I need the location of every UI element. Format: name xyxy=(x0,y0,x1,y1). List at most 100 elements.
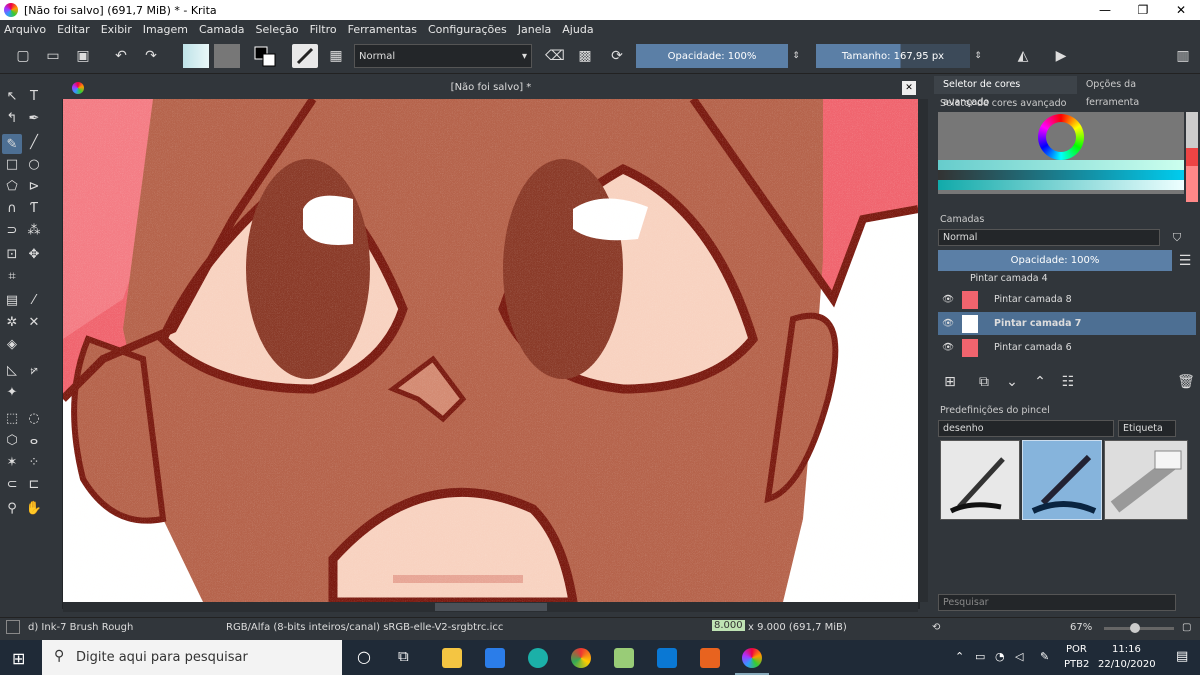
delete-layer-icon[interactable]: 🗑 xyxy=(1176,372,1196,392)
assistant-tool-icon[interactable]: ◺ xyxy=(4,362,20,378)
menu-selecao[interactable]: Seleção xyxy=(256,23,299,36)
opacity-slider[interactable]: Opacidade: 100% xyxy=(636,44,788,68)
rectangle-tool-icon[interactable]: □ xyxy=(4,156,20,172)
tray-pen-icon[interactable]: ✎ xyxy=(1040,650,1049,663)
reference-tool-icon[interactable]: ✦ xyxy=(4,384,20,400)
layer-row[interactable]: 👁 Pintar camada 6 xyxy=(938,336,1196,359)
tray-wifi-icon[interactable]: ◔ xyxy=(995,650,1005,663)
pattern-swatch[interactable] xyxy=(214,44,240,68)
eye-icon[interactable]: 👁 xyxy=(938,342,958,353)
polygon-tool-icon[interactable]: ⬠ xyxy=(4,178,20,194)
clock-time[interactable]: 11:16 xyxy=(1112,644,1141,655)
fill-tool-icon[interactable]: ◈ xyxy=(4,336,20,352)
tray-chevron-icon[interactable]: ⌃ xyxy=(955,650,964,663)
eraser-icon[interactable]: ⌫ xyxy=(544,44,566,68)
hue-ring[interactable] xyxy=(1038,114,1084,160)
layer-row[interactable]: 👁 Pintar camada 8 xyxy=(938,288,1196,311)
drawing-canvas[interactable] xyxy=(63,99,918,602)
move-layer-down-icon[interactable]: ⌄ xyxy=(1002,372,1022,392)
opacity-spin-icon[interactable]: ⇕ xyxy=(790,44,802,68)
menu-janela[interactable]: Janela xyxy=(518,23,552,36)
zoom-tool-icon[interactable]: ⚲ xyxy=(4,500,20,516)
tray-volume-icon[interactable]: ◁ xyxy=(1015,650,1023,663)
eye-icon[interactable]: 👁 xyxy=(938,294,958,305)
minimize-button[interactable]: — xyxy=(1086,0,1124,20)
color-history-strip[interactable] xyxy=(1186,112,1198,202)
bezier-tool-icon[interactable]: ∩ xyxy=(4,200,20,216)
brush-preset-roller[interactable] xyxy=(1104,440,1188,520)
rotation-reset-icon[interactable]: ⟲ xyxy=(932,622,940,633)
taskbar-search-box[interactable]: ⚲ Digite aqui para pesquisar xyxy=(42,640,342,675)
line-tool-icon[interactable]: ╱ xyxy=(26,134,42,150)
menu-camada[interactable]: Camada xyxy=(199,23,245,36)
multibrush-icon[interactable]: ⁂ xyxy=(26,222,42,238)
windows-start-icon[interactable]: ⊞ xyxy=(12,649,25,668)
tray-network-icon[interactable]: ▭ xyxy=(975,650,985,663)
fg-bg-color-icon[interactable] xyxy=(252,44,278,68)
move-tool-icon[interactable]: ✥ xyxy=(26,246,42,262)
toolbar-extension-icon[interactable]: ▥ xyxy=(1170,44,1196,68)
menu-editar[interactable]: Editar xyxy=(57,23,90,36)
layer-row[interactable]: Pintar camada 4 xyxy=(938,272,1196,284)
magnetic-select-icon[interactable]: ⊏ xyxy=(26,476,42,492)
smart-patch-icon[interactable]: ✕ xyxy=(26,314,42,330)
new-document-icon[interactable]: ▢ xyxy=(12,44,34,68)
save-icon[interactable]: ▣ xyxy=(72,44,94,68)
presets-filter-select[interactable]: desenho xyxy=(938,420,1114,437)
menu-configuracoes[interactable]: Configurações xyxy=(428,23,507,36)
vertical-scrollbar[interactable] xyxy=(918,99,928,602)
eye-icon[interactable]: 👁 xyxy=(938,318,958,329)
freehand-select-icon[interactable]: ⴰ xyxy=(26,432,42,448)
presets-search-input[interactable]: Pesquisar xyxy=(938,594,1176,611)
krita-taskbar-icon[interactable] xyxy=(742,648,762,668)
menu-imagem[interactable]: Imagem xyxy=(143,23,188,36)
reload-preset-icon[interactable]: ⟳ xyxy=(606,44,628,68)
file-explorer-icon[interactable] xyxy=(442,648,462,668)
layer-filter-icon[interactable]: ⛉ xyxy=(1162,229,1192,246)
menu-filtro[interactable]: Filtro xyxy=(310,23,337,36)
grid-icon[interactable]: ▦ xyxy=(326,44,346,68)
maximize-button[interactable]: ❐ xyxy=(1124,0,1162,20)
undo-icon[interactable]: ↶ xyxy=(110,44,132,68)
task-view-icon[interactable]: ⧉ xyxy=(398,647,409,665)
fullscreen-icon[interactable]: ▢ xyxy=(1182,622,1191,633)
menu-exibir[interactable]: Exibir xyxy=(101,23,132,36)
open-folder-icon[interactable]: ▭ xyxy=(42,44,64,68)
color-bar-2[interactable] xyxy=(938,170,1184,180)
horizontal-scroll-thumb[interactable] xyxy=(435,603,547,611)
size-spin-icon[interactable]: ⇕ xyxy=(972,44,984,68)
blend-mode-select[interactable]: Normal ▾ xyxy=(354,44,532,68)
alpha-lock-icon[interactable]: ▩ xyxy=(574,44,596,68)
duplicate-layer-icon[interactable]: ⧉ xyxy=(974,372,994,392)
freehand-brush-icon[interactable]: ✎ xyxy=(2,134,22,154)
edge-icon[interactable] xyxy=(528,648,548,668)
brush-preset-ink[interactable] xyxy=(1022,440,1102,520)
move-layer-up-icon[interactable]: ⌃ xyxy=(1030,372,1050,392)
tab-tool-options[interactable]: Opções da ferramenta xyxy=(1077,76,1200,108)
close-button[interactable]: ✕ xyxy=(1162,0,1200,20)
calligraphy-icon[interactable]: ✒ xyxy=(26,110,42,126)
notifications-icon[interactable]: ▤ xyxy=(1176,649,1188,664)
layers-opacity-slider[interactable]: Opacidade: 100% xyxy=(938,250,1172,271)
size-slider[interactable]: Tamanho: 167,95 px xyxy=(816,44,970,68)
ellipse-tool-icon[interactable]: ○ xyxy=(26,156,42,172)
measure-tool-icon[interactable]: ⦬ xyxy=(26,362,42,378)
similar-select-icon[interactable]: ⁘ xyxy=(26,454,42,470)
text-tool-icon[interactable]: T xyxy=(26,88,42,104)
menu-arquivo[interactable]: Arquivo xyxy=(4,23,46,36)
input-language[interactable]: POR xyxy=(1066,644,1087,655)
freehand-path-icon[interactable]: Ƭ xyxy=(26,200,42,216)
horizontal-scrollbar[interactable] xyxy=(63,602,918,612)
gradient-swatch[interactable] xyxy=(183,44,209,68)
close-document-button[interactable]: ✕ xyxy=(902,81,916,95)
polyline-tool-icon[interactable]: ⊳ xyxy=(26,178,42,194)
paint-icon[interactable] xyxy=(614,648,634,668)
clock-date[interactable]: 22/10/2020 xyxy=(1098,659,1156,670)
mirror-horizontal-icon[interactable]: ◭ xyxy=(1008,44,1038,68)
mirror-vertical-icon[interactable]: ▶ xyxy=(1046,44,1076,68)
color-bar-3[interactable] xyxy=(938,180,1184,190)
pan-tool-icon[interactable]: ✋ xyxy=(26,500,42,516)
color-bar-1[interactable] xyxy=(938,160,1184,170)
presets-tag-button[interactable]: Etiqueta xyxy=(1118,420,1176,437)
bezier-select-icon[interactable]: ⊂ xyxy=(4,476,20,492)
